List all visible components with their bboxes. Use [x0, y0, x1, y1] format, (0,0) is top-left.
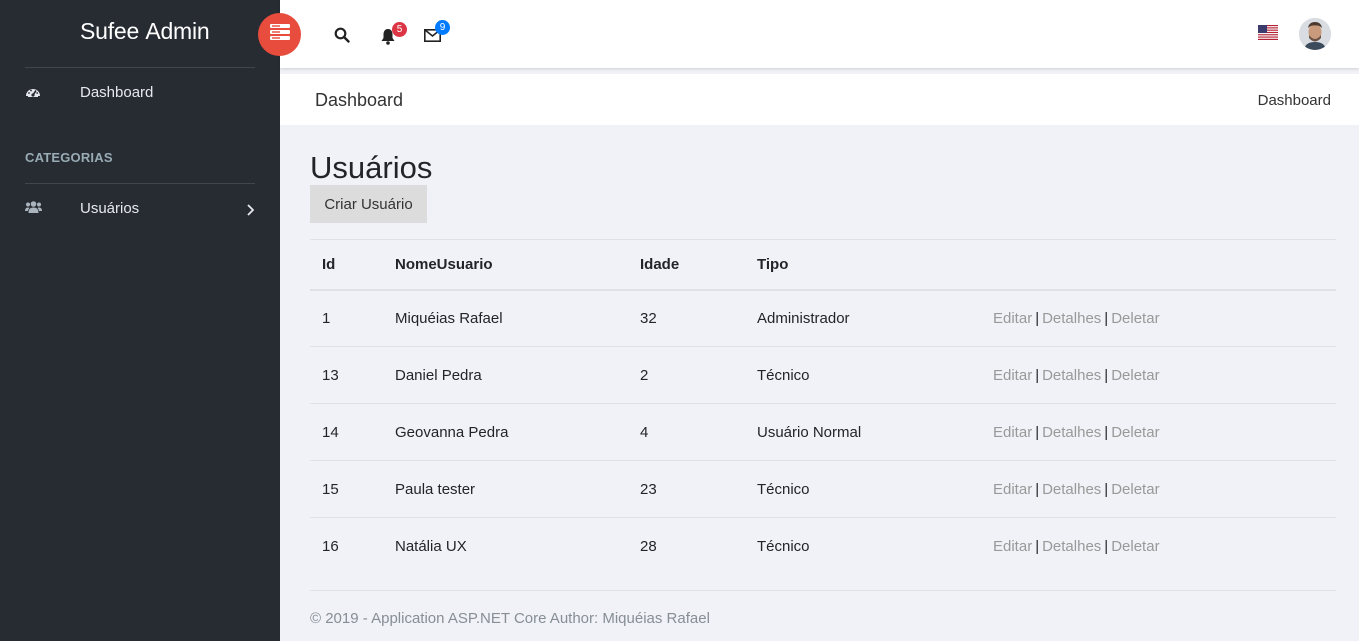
table-row: 14 Geovanna Pedra 4 Usuário Normal Edita…	[310, 403, 1336, 461]
menu-toggle-button[interactable]	[258, 13, 301, 56]
cell-tipo: Usuário Normal	[745, 403, 981, 461]
cell-idade: 23	[628, 460, 745, 518]
action-separator: |	[1035, 480, 1040, 498]
column-header-nome: NomeUsuario	[383, 239, 628, 291]
action-separator: |	[1104, 423, 1109, 441]
action-separator: |	[1035, 537, 1040, 555]
user-avatar[interactable]	[1299, 18, 1331, 50]
cell-nome: Natália UX	[383, 517, 628, 575]
us-flag-icon[interactable]	[1258, 25, 1278, 40]
edit-link[interactable]: Editar	[993, 538, 1032, 555]
column-header-actions	[981, 239, 1336, 291]
sidebar-item-usuarios[interactable]: Usuários	[0, 190, 280, 226]
sidebar-section-title: CATEGORIAS	[25, 150, 113, 165]
action-separator: |	[1035, 309, 1040, 327]
chevron-right-icon	[246, 203, 255, 221]
table-row: 15 Paula tester 23 Técnico Editar | Detalh…	[310, 460, 1336, 518]
create-user-button[interactable]: Criar Usuário	[310, 185, 427, 223]
table-header-row: Id NomeUsuario Idade Tipo	[310, 239, 1336, 291]
action-separator: |	[1104, 366, 1109, 384]
cell-actions: Editar | Detalhes | Deletar	[981, 517, 1336, 575]
edit-link[interactable]: Editar	[993, 424, 1032, 441]
delete-link[interactable]: Deletar	[1111, 424, 1159, 441]
edit-link[interactable]: Editar	[993, 367, 1032, 384]
cell-idade: 2	[628, 346, 745, 404]
cell-actions: Editar | Detalhes | Deletar	[981, 460, 1336, 518]
action-separator: |	[1104, 309, 1109, 327]
sidebar-divider	[25, 183, 255, 184]
cell-id: 13	[310, 346, 383, 404]
cell-nome: Paula tester	[383, 460, 628, 518]
column-header-tipo: Tipo	[745, 239, 981, 291]
cell-id: 16	[310, 517, 383, 575]
column-header-id: Id	[310, 239, 383, 291]
breadcrumb-bar: Dashboard Dashboard	[280, 74, 1359, 125]
brand-light: Sufee	[80, 18, 140, 44]
delete-link[interactable]: Deletar	[1111, 538, 1159, 555]
footer-divider	[310, 590, 1336, 591]
cell-tipo: Técnico	[745, 346, 981, 404]
users-table: Id NomeUsuario Idade Tipo 1 Miquéias Raf…	[310, 239, 1336, 575]
table-row: 16 Natália UX 28 Técnico Editar | Detalhes…	[310, 517, 1336, 575]
edit-link[interactable]: Editar	[993, 481, 1032, 498]
dashboard-icon	[25, 84, 41, 100]
cell-nome: Miquéias Rafael	[395, 309, 503, 327]
brand-strong: Admin	[145, 18, 210, 44]
sidebar: Sufee Admin Dashboard CATEGORIAS Usuário…	[0, 0, 280, 641]
cell-tipo: Administrador	[757, 309, 850, 327]
delete-link[interactable]: Deletar	[1111, 481, 1159, 498]
footer-text: © 2019 - Application ASP.NET Core Author…	[310, 610, 710, 627]
section-heading: Usuários	[310, 150, 433, 185]
edit-link[interactable]: Editar	[993, 310, 1032, 327]
table-row: 1 Miquéias Rafael 32 Administrador Edita…	[310, 290, 1336, 347]
menu-icon	[269, 24, 290, 45]
cell-tipo: Técnico	[745, 460, 981, 518]
notifications-bell-icon[interactable]: 5	[380, 22, 407, 50]
action-separator: |	[1104, 480, 1109, 498]
delete-link[interactable]: Deletar	[1111, 310, 1159, 327]
column-header-idade: Idade	[628, 239, 745, 291]
cell-nome: Daniel Pedra	[383, 346, 628, 404]
details-link[interactable]: Detalhes	[1042, 481, 1101, 498]
details-link[interactable]: Detalhes	[1042, 367, 1101, 384]
details-link[interactable]: Detalhes	[1042, 538, 1101, 555]
details-link[interactable]: Detalhes	[1042, 310, 1101, 327]
page-title: Dashboard	[315, 90, 404, 110]
cell-nome: Geovanna Pedra	[383, 403, 628, 461]
messages-badge: 9	[435, 20, 450, 35]
cell-idade: 28	[628, 517, 745, 575]
notifications-badge: 5	[392, 22, 407, 37]
cell-actions: Editar | Detalhes | Deletar	[981, 403, 1336, 461]
cell-actions: Editar | Detalhes | Deletar	[981, 290, 1336, 347]
users-icon	[25, 200, 42, 216]
cell-idade: 4	[628, 403, 745, 461]
sidebar-item-label: Dashboard	[80, 83, 154, 101]
sidebar-divider	[25, 67, 255, 68]
cell-idade: 32	[640, 309, 657, 327]
sidebar-item-dashboard[interactable]: Dashboard	[0, 74, 280, 110]
search-icon[interactable]	[334, 27, 350, 48]
cell-id: 14	[310, 403, 383, 461]
action-separator: |	[1035, 366, 1040, 384]
cell-actions: Editar | Detalhes | Deletar	[981, 346, 1336, 404]
sidebar-item-label: Usuários	[80, 199, 140, 217]
breadcrumb[interactable]: Dashboard	[1258, 92, 1331, 109]
cell-id: 1	[322, 309, 331, 327]
cell-tipo: Técnico	[745, 517, 981, 575]
cell-id: 15	[310, 460, 383, 518]
action-separator: |	[1104, 537, 1109, 555]
table-row: 13 Daniel Pedra 2 Técnico Editar | Detalhe…	[310, 346, 1336, 404]
action-separator: |	[1035, 423, 1040, 441]
brand-logo[interactable]: Sufee Admin	[80, 18, 210, 45]
top-header: 5 9	[280, 0, 1359, 68]
delete-link[interactable]: Deletar	[1111, 367, 1159, 384]
mail-icon[interactable]: 9	[424, 20, 450, 47]
details-link[interactable]: Detalhes	[1042, 424, 1101, 441]
